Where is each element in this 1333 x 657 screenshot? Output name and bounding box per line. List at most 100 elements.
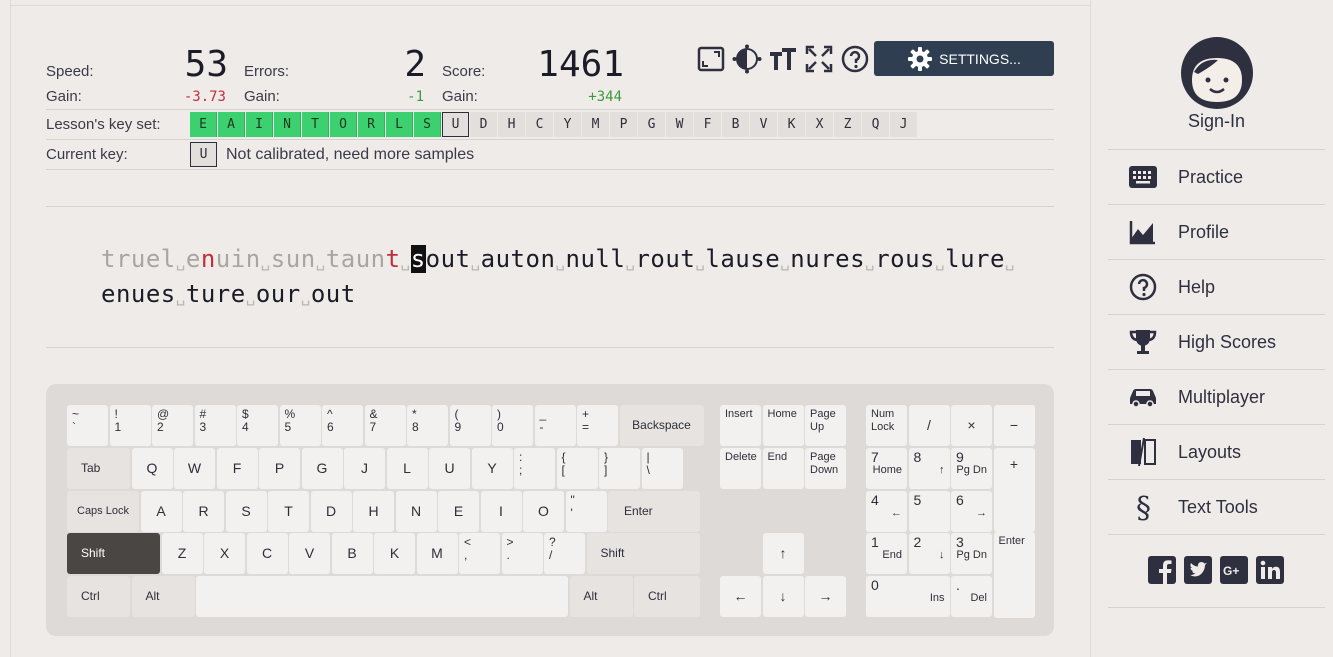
key-V[interactable]: V: [289, 533, 330, 574]
key-L[interactable]: L: [386, 448, 428, 489]
key-J[interactable]: J: [344, 448, 385, 489]
key-num-plus[interactable]: +: [993, 448, 1035, 532]
key-G[interactable]: G: [301, 448, 343, 489]
key-num-8[interactable]: 8 ↑: [908, 448, 950, 489]
linkedin-icon[interactable]: [1256, 556, 1284, 584]
key-num-1[interactable]: 1 End: [866, 533, 907, 574]
key-X[interactable]: X: [204, 533, 245, 574]
sidebar-item-profile[interactable]: Profile: [1108, 204, 1325, 259]
fullscreen-icon[interactable]: [804, 44, 834, 74]
key-7[interactable]: & 7: [364, 405, 406, 446]
key-4[interactable]: $4: [237, 405, 278, 446]
key-5[interactable]: % 5: [279, 405, 321, 446]
text-line-2[interactable]: enues␣ture␣our␣out: [101, 280, 356, 308]
key-C[interactable]: C: [246, 533, 288, 574]
key-arrow-left[interactable]: ←: [720, 576, 761, 617]
key-Z[interactable]: Z: [161, 533, 203, 574]
key-`[interactable]: ~ `: [67, 405, 108, 446]
key-space[interactable]: [196, 576, 568, 617]
google-plus-icon[interactable]: G+: [1220, 556, 1248, 584]
key-alt-left[interactable]: Alt: [131, 576, 195, 617]
sidebar-item-multiplayer[interactable]: Multiplayer: [1108, 369, 1325, 424]
key-quote[interactable]: " ': [565, 491, 607, 532]
key-sym[interactable]: <,: [459, 533, 500, 574]
key-sym[interactable]: }]: [599, 448, 640, 489]
key-arrow-right[interactable]: →: [805, 576, 846, 617]
sidebar-item-help[interactable]: Help: [1108, 259, 1325, 314]
key-I[interactable]: I: [480, 491, 522, 532]
key-K[interactable]: K: [374, 533, 415, 574]
key-arrow-up[interactable]: ↑: [762, 533, 804, 574]
key-num-3[interactable]: 3 Pg Dn: [951, 533, 992, 574]
key-backspace[interactable]: Backspace: [619, 405, 704, 446]
key-A[interactable]: A: [140, 491, 182, 532]
key-R[interactable]: R: [183, 491, 224, 532]
key-U[interactable]: U: [429, 448, 470, 489]
key-arrow-down[interactable]: ↓: [762, 576, 804, 617]
text-line-1[interactable]: truel␣enuin␣sun␣taunt␣sout␣auton␣null␣ro…: [101, 245, 1015, 273]
twitter-icon[interactable]: [1184, 556, 1212, 584]
key-B[interactable]: B: [331, 533, 373, 574]
key-page-up[interactable]: Page Up: [805, 405, 846, 446]
key-M[interactable]: M: [416, 533, 458, 574]
key-3[interactable]: #3: [194, 405, 236, 446]
sidebar-item-layouts[interactable]: Layouts: [1108, 424, 1325, 479]
font-size-icon[interactable]: [768, 44, 798, 74]
key-P[interactable]: P: [259, 448, 300, 489]
key-=[interactable]: + =: [577, 405, 618, 446]
key-delete[interactable]: Delete: [720, 448, 761, 489]
key-sym[interactable]: >.: [501, 533, 543, 574]
key-num-enter[interactable]: Enter: [993, 532, 1035, 618]
key-page-down[interactable]: Page Down: [805, 448, 846, 489]
key-H[interactable]: H: [353, 491, 394, 532]
key-sym[interactable]: {[: [556, 448, 598, 489]
key-9[interactable]: (9: [449, 405, 491, 446]
key-num-4[interactable]: 4 ←: [866, 490, 907, 532]
key-insert[interactable]: Insert: [720, 405, 761, 446]
key-sym[interactable]: :;: [514, 448, 555, 489]
key-num-divide[interactable]: /: [908, 405, 950, 446]
theme-icon[interactable]: [732, 44, 762, 74]
key-num-dot[interactable]: . Del: [951, 576, 992, 617]
key-shift-right[interactable]: Shift: [586, 533, 700, 574]
key-D[interactable]: D: [310, 491, 352, 532]
key-6[interactable]: ^ 6: [322, 405, 363, 446]
help-icon[interactable]: [840, 44, 870, 74]
key-num-9[interactable]: 9 Pg Dn: [951, 448, 992, 489]
sidebar-item-text-tools[interactable]: § Text Tools: [1108, 479, 1325, 534]
key-8[interactable]: * 8: [407, 405, 448, 446]
key-home[interactable]: Home: [762, 405, 804, 446]
key-num-6[interactable]: 6 →: [951, 490, 992, 532]
key-W[interactable]: W: [174, 448, 215, 489]
key-ctrl-right[interactable]: Ctrl: [634, 576, 700, 617]
sidebar-item-high-scores[interactable]: High Scores: [1108, 314, 1325, 369]
key-0[interactable]: ) 0: [492, 405, 533, 446]
key-1[interactable]: ! 1: [109, 405, 151, 446]
key-N[interactable]: N: [395, 491, 437, 532]
key-shift-left[interactable]: Shift: [67, 533, 160, 574]
key-caps-lock[interactable]: Caps Lock: [67, 491, 139, 532]
key-num-5[interactable]: 5: [908, 490, 950, 532]
key-sym[interactable]: | \: [641, 448, 683, 489]
key-Q[interactable]: Q: [131, 448, 173, 489]
key-S[interactable]: S: [225, 491, 267, 532]
key-num-7[interactable]: 7 Home: [866, 448, 907, 489]
key-alt-right[interactable]: Alt: [569, 576, 633, 617]
key-enter[interactable]: Enter: [608, 491, 700, 532]
key-num-multiply[interactable]: ×: [951, 405, 992, 446]
avatar[interactable]: [1180, 36, 1254, 115]
key--[interactable]: _ -: [534, 405, 576, 446]
key-F[interactable]: F: [216, 448, 258, 489]
signin-link[interactable]: Sign-In: [1108, 111, 1325, 132]
key-ctrl-left[interactable]: Ctrl: [67, 576, 130, 617]
key-E[interactable]: E: [438, 491, 479, 532]
key-2[interactable]: @2: [152, 405, 193, 446]
key-tab[interactable]: Tab: [67, 448, 130, 489]
settings-button[interactable]: SETTINGS...: [874, 41, 1054, 76]
sidebar-item-practice[interactable]: Practice: [1108, 149, 1325, 204]
key-num-minus[interactable]: −: [993, 405, 1035, 446]
facebook-icon[interactable]: [1148, 556, 1176, 584]
key-sym[interactable]: ? /: [544, 533, 585, 574]
window-size-icon[interactable]: [696, 44, 726, 74]
key-num-2[interactable]: 2 ↓: [908, 533, 950, 574]
